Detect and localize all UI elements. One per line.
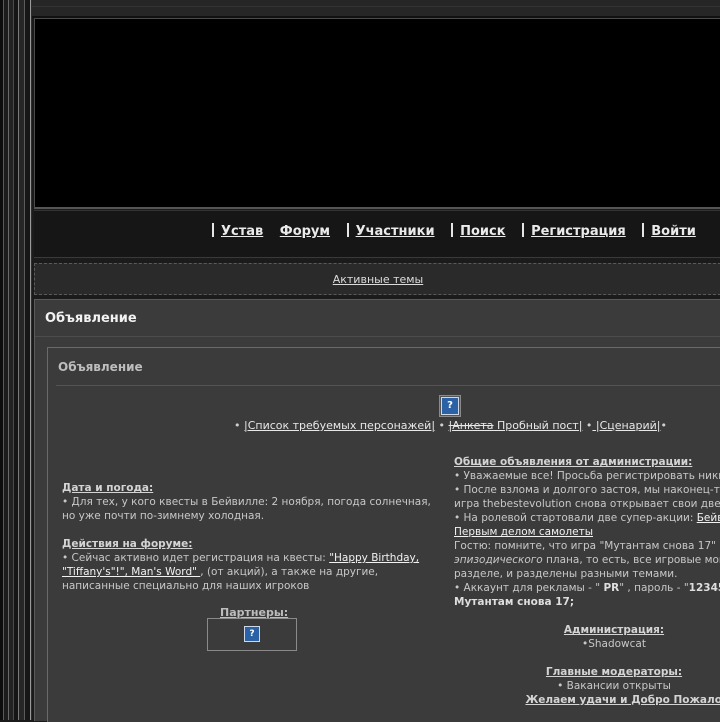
- forum-actions-heading: Действия на форуме:: [62, 538, 193, 550]
- moderators-heading: Главные модераторы:: [545, 666, 683, 678]
- divider: [56, 385, 720, 386]
- nav-separator: [212, 223, 214, 237]
- forum-actions-text: • Сейчас активно идет регистрация на кве…: [62, 552, 420, 592]
- announcement-inner-panel: Объявление ? • |Список требуемых персона…: [47, 347, 720, 722]
- announcement-inner-title: Объявление: [58, 360, 143, 374]
- nav-rules-link[interactable]: Устав: [221, 224, 263, 239]
- active-topics-link[interactable]: Активные темы: [333, 273, 424, 286]
- administration-heading: Администрация:: [563, 624, 665, 636]
- moderators-text: • Вакансии открыты: [557, 680, 671, 692]
- promo-baywill-link[interactable]: Бейвил: [697, 512, 720, 524]
- weather-text: • Для тех, у кого квесты в Бейвилле: 2 н…: [62, 496, 431, 522]
- nav-separator: [451, 223, 454, 237]
- trial-post-link[interactable]: |Анкета Пробный пост|: [449, 419, 583, 432]
- top-bar: [32, 0, 720, 18]
- divider: [35, 336, 720, 337]
- quick-links-row: • |Список требуемых персонажей| • |Анкет…: [234, 419, 667, 432]
- nav-search-link[interactable]: Поиск: [460, 224, 505, 239]
- weather-heading: Дата и погода:: [62, 482, 154, 494]
- required-characters-link[interactable]: |Список требуемых персонажей|: [244, 419, 435, 432]
- nav-separator: [642, 223, 645, 237]
- nav-login-link[interactable]: Войти: [651, 224, 696, 239]
- announcement-panel: Объявление Объявление ? • |Список требуе…: [34, 299, 720, 722]
- admin-announcements-heading: Общие объявления от администрации:: [454, 456, 693, 468]
- left-decorative-border: [0, 0, 32, 720]
- scenario-link[interactable]: |Сценарий|: [592, 419, 661, 432]
- admin-announcements-column: Общие объявления от администрации: • Ува…: [454, 455, 720, 707]
- main-navigation: Устав Форум Участники Поиск Регистрация …: [34, 210, 720, 258]
- broken-image-frame: ?: [439, 395, 461, 417]
- partners-banner-box[interactable]: ?: [207, 618, 297, 651]
- nav-separator: [522, 223, 525, 237]
- nav-forum-link[interactable]: Форум: [280, 224, 330, 239]
- left-info-column: Дата и погода: • Для тех, у кого квесты …: [62, 481, 442, 593]
- nav-members-link[interactable]: Участники: [356, 224, 435, 239]
- broken-image-icon: ?: [244, 626, 260, 642]
- active-topics-bar: Активные темы: [34, 263, 720, 295]
- admin-name: •Shadowcat: [582, 638, 646, 650]
- broken-image-icon: ?: [441, 397, 459, 415]
- farewell-text: Желаем удачи и Добро Пожалов: [525, 694, 720, 706]
- announcement-panel-title: Объявление: [45, 311, 137, 326]
- nav-separator: [346, 223, 349, 237]
- promo-airplanes-link[interactable]: Первым делом самолеты: [454, 526, 593, 538]
- header-banner: [34, 18, 720, 209]
- nav-register-link[interactable]: Регистрация: [531, 224, 626, 239]
